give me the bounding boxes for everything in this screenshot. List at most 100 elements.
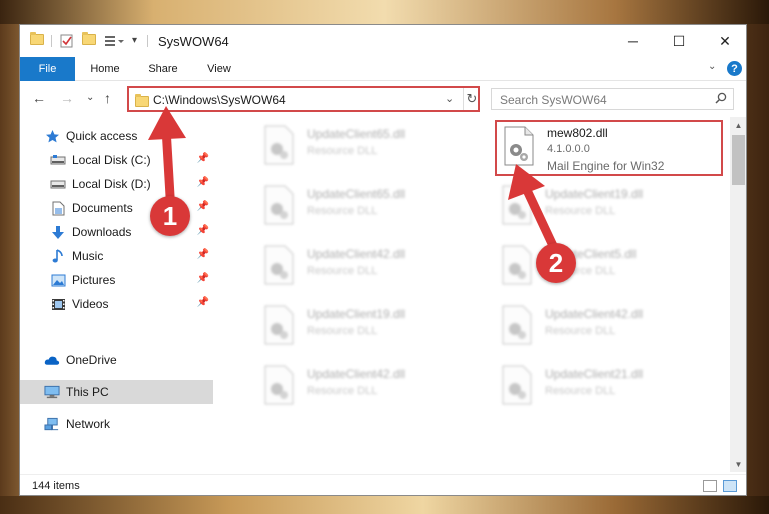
tab-share[interactable]: Share (140, 57, 186, 81)
file-item[interactable]: UpdateClient65.dll Resource DLL (257, 121, 485, 177)
properties-icon[interactable] (60, 34, 74, 48)
file-name: UpdateClient21.dll (545, 367, 644, 381)
download-icon (50, 224, 66, 240)
folder-icon (30, 32, 44, 48)
desktop-background-top (0, 0, 769, 24)
star-icon (44, 128, 60, 144)
sidebar-item-this-pc[interactable]: This PC (20, 380, 213, 404)
details-view-icon[interactable] (703, 480, 717, 492)
minimize-button[interactable]: ─ (610, 25, 656, 57)
dll-file-icon (502, 185, 532, 225)
back-arrow-icon[interactable]: ← (32, 90, 46, 106)
vertical-scrollbar[interactable]: ▲ ▼ (730, 117, 746, 472)
file-item[interactable]: UpdateClient42.dll Resource DLL (495, 301, 723, 357)
sidebar-item-label: Downloads (72, 225, 132, 239)
sidebar-item-local-disk-c[interactable]: Local Disk (C:) 📌 (20, 148, 213, 172)
status-bar: 144 items (20, 474, 746, 495)
file-type: Resource DLL (307, 385, 378, 397)
file-item[interactable]: UpdateClient42.dll Resource DLL (257, 241, 485, 297)
dll-file-icon (264, 185, 294, 225)
title-bar: ▾ SysWOW64 ─ ☐ ✕ (20, 25, 746, 57)
scrollbar-thumb[interactable] (732, 135, 745, 185)
tab-file[interactable]: File (20, 57, 75, 81)
pin-icon[interactable]: 📌 (197, 177, 209, 188)
sidebar-item-label: This PC (66, 385, 109, 399)
tab-view[interactable]: View (196, 57, 242, 81)
forward-arrow-icon[interactable]: → (60, 90, 74, 106)
sidebar-item-onedrive[interactable]: OneDrive (20, 348, 213, 372)
file-item[interactable]: UpdateClient19.dll Resource DLL (257, 301, 485, 357)
large-icons-view-icon[interactable] (723, 480, 737, 492)
dll-file-icon (504, 126, 534, 166)
address-path[interactable]: C:\Windows\SysWOW64 (153, 93, 286, 107)
step-badge-1: 1 (150, 196, 190, 236)
file-item[interactable]: UpdateClient42.dll Resource DLL (257, 361, 485, 417)
sidebar-item-label: Local Disk (D:) (72, 177, 151, 191)
scroll-up-icon[interactable]: ▲ (730, 117, 746, 133)
sidebar-item-label: Music (72, 249, 104, 263)
divider (51, 35, 52, 47)
file-type: Resource DLL (307, 265, 378, 277)
search-icon[interactable] (715, 92, 727, 104)
tab-home[interactable]: Home (82, 57, 128, 81)
address-dropdown-icon[interactable]: ⌄ (445, 92, 454, 105)
search-input[interactable]: Search SysWOW64 (491, 88, 734, 110)
pictures-icon (50, 272, 66, 288)
highlighted-file-item[interactable]: mew802.dll 4.1.0.0.0 Mail Engine for Win… (495, 120, 723, 176)
sidebar-item-label: Pictures (72, 273, 116, 287)
close-button[interactable]: ✕ (702, 25, 746, 57)
sidebar-item-network[interactable]: Network (20, 412, 213, 436)
file-name: UpdateClient42.dll (307, 247, 406, 261)
file-list: UpdateClient65.dll Resource DLL UpdateCl… (213, 117, 730, 472)
pin-icon[interactable]: 📌 (197, 249, 209, 260)
expand-ribbon-icon[interactable]: ⌄ (708, 61, 716, 72)
file-item[interactable]: UpdateClient5.dll Resource DLL (495, 241, 723, 297)
file-name: UpdateClient19.dll (307, 307, 406, 321)
window-title: SysWOW64 (158, 34, 229, 49)
sidebar-item-videos[interactable]: Videos 📌 (20, 292, 213, 316)
quick-access-dropdown-icon[interactable]: ▾ (132, 35, 137, 49)
file-item[interactable]: UpdateClient19.dll Resource DLL (495, 181, 723, 237)
maximize-button[interactable]: ☐ (656, 25, 702, 57)
drive-icon (50, 176, 66, 192)
refresh-icon[interactable]: ↻ (463, 88, 480, 110)
up-arrow-icon[interactable]: ↑ (104, 90, 111, 106)
scroll-down-icon[interactable]: ▼ (730, 456, 746, 472)
sidebar-item-quick-access[interactable]: Quick access (20, 124, 213, 148)
dll-file-icon (264, 245, 294, 285)
file-item[interactable]: UpdateClient65.dll Resource DLL (257, 181, 485, 237)
help-icon[interactable]: ? (727, 61, 742, 76)
file-type: Resource DLL (307, 325, 378, 337)
file-type: Resource DLL (545, 205, 616, 217)
new-folder-icon[interactable] (82, 32, 96, 48)
file-type: Resource DLL (307, 205, 378, 217)
dll-file-icon (502, 245, 532, 285)
step-badge-2: 2 (536, 243, 576, 283)
customize-toolbar-icon[interactable] (104, 34, 124, 48)
sidebar-item-label: OneDrive (66, 353, 117, 367)
file-version: 4.1.0.0.0 (547, 143, 590, 155)
file-explorer-window: ▾ SysWOW64 ─ ☐ ✕ File Home Share View ⌄ … (19, 24, 747, 496)
sidebar-item-label: Quick access (66, 129, 138, 143)
pin-icon[interactable]: 📌 (197, 273, 209, 284)
ribbon-tabs: File Home Share View ⌄ ? (20, 57, 746, 81)
recent-locations-icon[interactable]: ⌄ (86, 92, 94, 103)
dll-file-icon (264, 365, 294, 405)
pin-icon[interactable]: 📌 (197, 201, 209, 212)
pin-icon[interactable]: 📌 (197, 297, 209, 308)
pin-icon[interactable]: 📌 (197, 225, 209, 236)
sidebar-item-label: Videos (72, 297, 109, 311)
address-bar[interactable]: C:\Windows\SysWOW64 ⌄ ↻ (127, 86, 480, 112)
file-item[interactable]: UpdateClient21.dll Resource DLL (495, 361, 723, 417)
sidebar-item-local-disk-d[interactable]: Local Disk (D:) 📌 (20, 172, 213, 196)
file-name: UpdateClient42.dll (545, 307, 644, 321)
videos-icon (50, 296, 66, 312)
folder-icon (135, 94, 149, 107)
file-type: Resource DLL (545, 325, 616, 337)
sidebar-item-pictures[interactable]: Pictures 📌 (20, 268, 213, 292)
dll-file-icon (502, 365, 532, 405)
pin-icon[interactable]: 📌 (197, 153, 209, 164)
music-icon (50, 248, 66, 264)
desktop-background-bottom (0, 496, 769, 514)
sidebar-item-music[interactable]: Music 📌 (20, 244, 213, 268)
